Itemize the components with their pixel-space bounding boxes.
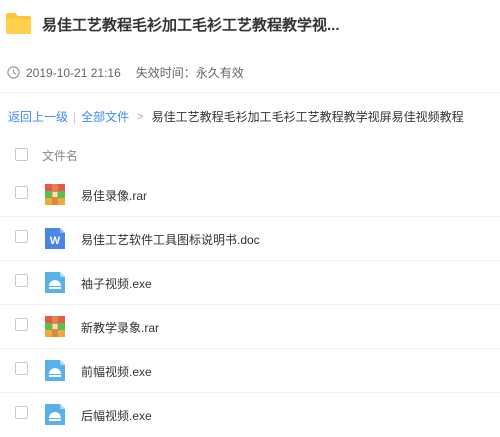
- share-time: 2019-10-21 21:16: [26, 65, 121, 80]
- breadcrumb-current: 易佳工艺教程毛衫加工毛衫工艺教程教学视屏易佳视频教程: [151, 110, 464, 124]
- file-checkbox[interactable]: [15, 274, 28, 287]
- file-list: 易佳录像.rar W 易佳工艺软件工具图标说明书.doc 袖子视频.exe 新教…: [0, 173, 500, 437]
- share-title: 易佳工艺教程毛衫加工毛衫工艺教程教学视...: [42, 17, 340, 34]
- exe-file-icon: [45, 360, 65, 381]
- exe-file-icon: [45, 404, 65, 425]
- select-all-checkbox[interactable]: [15, 148, 28, 161]
- file-checkbox[interactable]: [15, 230, 28, 243]
- file-name[interactable]: 新教学录象.rar: [81, 319, 159, 336]
- rar-archive-icon: [45, 316, 65, 337]
- file-row[interactable]: W 易佳工艺软件工具图标说明书.doc: [0, 217, 500, 261]
- svg-text:W: W: [50, 235, 61, 247]
- share-meta: 2019-10-21 21:16 失效时间：永久有效: [7, 64, 244, 81]
- breadcrumb: 返回上一级 | 全部文件 > 易佳工艺教程毛衫加工毛衫工艺教程教学视屏易佳视频教…: [8, 108, 464, 125]
- file-name[interactable]: 袖子视频.exe: [81, 275, 152, 292]
- breadcrumb-arrow-icon: >: [137, 110, 144, 123]
- word-doc-icon: W: [45, 228, 65, 249]
- file-list-header: 文件名: [0, 137, 500, 173]
- file-row[interactable]: 袖子视频.exe: [0, 261, 500, 305]
- file-row[interactable]: 新教学录象.rar: [0, 305, 500, 349]
- file-row[interactable]: 易佳录像.rar: [0, 173, 500, 217]
- folder-icon: [6, 13, 31, 34]
- file-row[interactable]: 前幅视频.exe: [0, 349, 500, 393]
- file-name[interactable]: 易佳录像.rar: [81, 187, 147, 204]
- expire-time: 失效时间：永久有效: [135, 66, 244, 80]
- file-checkbox[interactable]: [15, 362, 28, 375]
- file-row[interactable]: 后幅视频.exe: [0, 393, 500, 437]
- file-name[interactable]: 后幅视频.exe: [81, 407, 152, 424]
- column-filename-label: 文件名: [42, 149, 79, 163]
- file-checkbox[interactable]: [15, 186, 28, 199]
- file-checkbox[interactable]: [15, 406, 28, 419]
- all-files-link[interactable]: 全部文件: [81, 108, 129, 125]
- rar-archive-icon: [45, 184, 65, 205]
- exe-file-icon: [45, 272, 65, 293]
- share-header: 易佳工艺教程毛衫加工毛衫工艺教程教学视... 2019-10-21 21:16 …: [0, 0, 500, 93]
- file-name[interactable]: 易佳工艺软件工具图标说明书.doc: [81, 231, 260, 248]
- clock-icon: [7, 66, 20, 79]
- back-link[interactable]: 返回上一级: [8, 108, 68, 125]
- file-name[interactable]: 前幅视频.exe: [81, 363, 152, 380]
- breadcrumb-separator: |: [73, 109, 77, 124]
- file-checkbox[interactable]: [15, 318, 28, 331]
